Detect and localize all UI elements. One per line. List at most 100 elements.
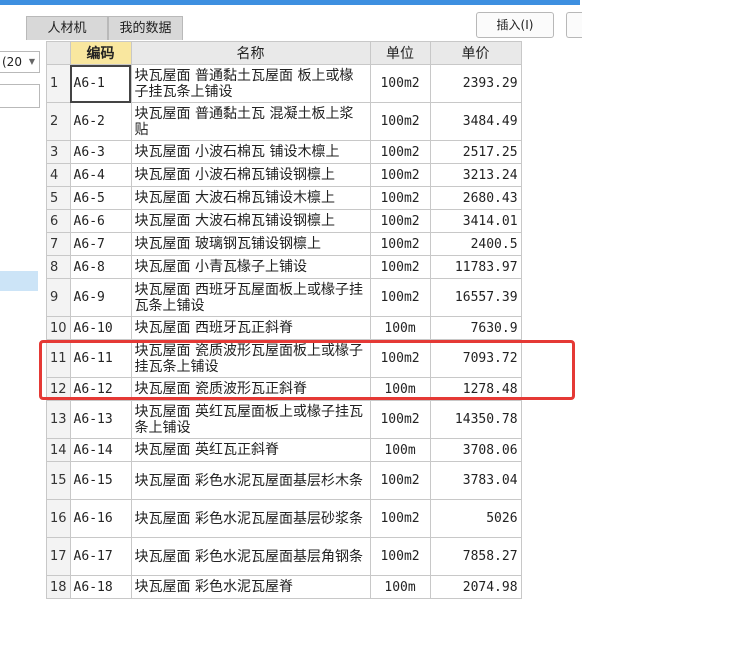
cell-code[interactable]: A6-4 xyxy=(69,163,132,187)
cell-price[interactable]: 16557.39 xyxy=(429,278,522,317)
table-row[interactable]: 3 A6-3 块瓦屋面 小波石棉瓦 铺设木檩上 100m2 2517.25 xyxy=(46,140,522,164)
row-index[interactable]: 8 xyxy=(46,255,71,279)
cell-code[interactable]: A6-5 xyxy=(69,186,132,210)
row-index[interactable]: 14 xyxy=(46,438,71,462)
row-index[interactable]: 16 xyxy=(46,499,71,538)
cell-price[interactable]: 14350.78 xyxy=(429,400,522,439)
cell-name[interactable]: 块瓦屋面 大波石棉瓦铺设钢檩上 xyxy=(130,209,371,233)
cell-price[interactable]: 5026 xyxy=(429,499,522,538)
table-row[interactable]: 15 A6-15 块瓦屋面 彩色水泥瓦屋面基层杉木条 100m2 3783.04 xyxy=(46,461,522,500)
row-index[interactable]: 9 xyxy=(46,278,71,317)
cell-unit[interactable]: 100m2 xyxy=(369,209,431,233)
cell-price[interactable]: 2393.29 xyxy=(429,64,522,103)
cell-code[interactable]: A6-14 xyxy=(69,438,132,462)
cell-price[interactable]: 3484.49 xyxy=(429,102,522,141)
row-index[interactable]: 2 xyxy=(46,102,71,141)
cell-name[interactable]: 块瓦屋面 瓷质波形瓦屋面板上或椽子挂瓦条上铺设 xyxy=(130,339,371,378)
row-index[interactable]: 11 xyxy=(46,339,71,378)
cell-unit[interactable]: 100m2 xyxy=(369,140,431,164)
column-header-name[interactable]: 名称 xyxy=(130,41,371,65)
cell-code[interactable]: A6-2 xyxy=(69,102,132,141)
cell-code[interactable]: A6-16 xyxy=(69,499,132,538)
cell-price[interactable]: 1278.48 xyxy=(429,377,522,401)
table-row[interactable]: 10 A6-10 块瓦屋面 西班牙瓦正斜脊 100m 7630.9 xyxy=(46,316,522,340)
row-index[interactable]: 1 xyxy=(46,64,71,103)
cell-price[interactable]: 7630.9 xyxy=(429,316,522,340)
cell-unit[interactable]: 100m2 xyxy=(369,499,431,538)
toolbar-button-partial[interactable] xyxy=(566,12,582,38)
row-index[interactable]: 13 xyxy=(46,400,71,439)
cell-code[interactable]: A6-3 xyxy=(69,140,132,164)
cell-price[interactable]: 7093.72 xyxy=(429,339,522,378)
column-header-code[interactable]: 编码 xyxy=(69,41,132,65)
cell-unit[interactable]: 100m xyxy=(369,316,431,340)
cell-code[interactable]: A6-12 xyxy=(69,377,132,401)
row-index[interactable]: 7 xyxy=(46,232,71,256)
cell-name[interactable]: 块瓦屋面 小波石棉瓦铺设钢檩上 xyxy=(130,163,371,187)
cell-unit[interactable]: 100m2 xyxy=(369,186,431,210)
cell-price[interactable]: 3708.06 xyxy=(429,438,522,462)
cell-price[interactable]: 2517.25 xyxy=(429,140,522,164)
row-index[interactable]: 17 xyxy=(46,537,71,576)
cell-name[interactable]: 块瓦屋面 彩色水泥瓦屋面基层杉木条 xyxy=(130,461,371,500)
cell-price[interactable]: 3783.04 xyxy=(429,461,522,500)
cell-code[interactable]: A6-10 xyxy=(69,316,132,340)
table-row[interactable]: 12 A6-12 块瓦屋面 瓷质波形瓦正斜脊 100m 1278.48 xyxy=(46,377,522,401)
left-panel-select[interactable]: (20 ▼ xyxy=(0,51,40,73)
cell-unit[interactable]: 100m2 xyxy=(369,232,431,256)
cell-name[interactable]: 块瓦屋面 彩色水泥瓦屋面基层砂浆条 xyxy=(130,499,371,538)
cell-name[interactable]: 块瓦屋面 普通黏土瓦 混凝土板上浆贴 xyxy=(130,102,371,141)
cell-price[interactable]: 11783.97 xyxy=(429,255,522,279)
cell-code[interactable]: A6-11 xyxy=(69,339,132,378)
cell-name[interactable]: 块瓦屋面 彩色水泥瓦屋脊 xyxy=(130,575,371,599)
cell-price[interactable]: 2680.43 xyxy=(429,186,522,210)
cell-code[interactable]: A6-9 xyxy=(69,278,132,317)
cell-code[interactable]: A6-1 xyxy=(69,64,132,103)
row-index[interactable]: 3 xyxy=(46,140,71,164)
cell-code[interactable]: A6-18 xyxy=(69,575,132,599)
table-row[interactable]: 6 A6-6 块瓦屋面 大波石棉瓦铺设钢檩上 100m2 3414.01 xyxy=(46,209,522,233)
cell-name[interactable]: 块瓦屋面 玻璃钢瓦铺设钢檩上 xyxy=(130,232,371,256)
table-row[interactable]: 2 A6-2 块瓦屋面 普通黏土瓦 混凝土板上浆贴 100m2 3484.49 xyxy=(46,102,522,141)
table-row[interactable]: 5 A6-5 块瓦屋面 大波石棉瓦铺设木檩上 100m2 2680.43 xyxy=(46,186,522,210)
tab-my-data[interactable]: 我的数据 xyxy=(108,16,183,40)
table-row[interactable]: 14 A6-14 块瓦屋面 英红瓦正斜脊 100m 3708.06 xyxy=(46,438,522,462)
cell-unit[interactable]: 100m2 xyxy=(369,102,431,141)
cell-unit[interactable]: 100m2 xyxy=(369,278,431,317)
table-row[interactable]: 4 A6-4 块瓦屋面 小波石棉瓦铺设钢檩上 100m2 3213.24 xyxy=(46,163,522,187)
cell-unit[interactable]: 100m2 xyxy=(369,255,431,279)
table-row[interactable]: 11 A6-11 块瓦屋面 瓷质波形瓦屋面板上或椽子挂瓦条上铺设 100m2 7093.… xyxy=(46,339,522,378)
cell-code[interactable]: A6-13 xyxy=(69,400,132,439)
cell-unit[interactable]: 100m xyxy=(369,438,431,462)
cell-unit[interactable]: 100m2 xyxy=(369,64,431,103)
cell-name[interactable]: 块瓦屋面 英红瓦屋面板上或椽子挂瓦条上铺设 xyxy=(130,400,371,439)
table-row[interactable]: 16 A6-16 块瓦屋面 彩色水泥瓦屋面基层砂浆条 100m2 5026 xyxy=(46,499,522,538)
table-row[interactable]: 17 A6-17 块瓦屋面 彩色水泥瓦屋面基层角钢条 100m2 7858.27 xyxy=(46,537,522,576)
cell-code[interactable]: A6-6 xyxy=(69,209,132,233)
column-header-unit[interactable]: 单位 xyxy=(369,41,431,65)
table-row[interactable]: 1 A6-1 块瓦屋面 普通黏土瓦屋面 板上或椽子挂瓦条上铺设 100m2 2393.2… xyxy=(46,64,522,103)
row-index[interactable]: 15 xyxy=(46,461,71,500)
cell-price[interactable]: 7858.27 xyxy=(429,537,522,576)
table-row[interactable]: 7 A6-7 块瓦屋面 玻璃钢瓦铺设钢檩上 100m2 2400.5 xyxy=(46,232,522,256)
cell-price[interactable]: 3213.24 xyxy=(429,163,522,187)
row-index[interactable]: 4 xyxy=(46,163,71,187)
row-index[interactable]: 5 xyxy=(46,186,71,210)
table-row[interactable]: 18 A6-18 块瓦屋面 彩色水泥瓦屋脊 100m 2074.98 xyxy=(46,575,522,599)
cell-unit[interactable]: 100m xyxy=(369,575,431,599)
cell-unit[interactable]: 100m2 xyxy=(369,400,431,439)
cell-unit[interactable]: 100m2 xyxy=(369,339,431,378)
cell-unit[interactable]: 100m2 xyxy=(369,461,431,500)
cell-name[interactable]: 块瓦屋面 彩色水泥瓦屋面基层角钢条 xyxy=(130,537,371,576)
cell-code[interactable]: A6-17 xyxy=(69,537,132,576)
cell-name[interactable]: 块瓦屋面 西班牙瓦正斜脊 xyxy=(130,316,371,340)
cell-price[interactable]: 2074.98 xyxy=(429,575,522,599)
table-row[interactable]: 8 A6-8 块瓦屋面 小青瓦椽子上铺设 100m2 11783.97 xyxy=(46,255,522,279)
cell-name[interactable]: 块瓦屋面 小波石棉瓦 铺设木檩上 xyxy=(130,140,371,164)
cell-name[interactable]: 块瓦屋面 西班牙瓦屋面板上或椽子挂瓦条上铺设 xyxy=(130,278,371,317)
cell-code[interactable]: A6-15 xyxy=(69,461,132,500)
cell-unit[interactable]: 100m2 xyxy=(369,537,431,576)
cell-unit[interactable]: 100m xyxy=(369,377,431,401)
column-header-price[interactable]: 单价 xyxy=(429,41,522,65)
table-row[interactable]: 9 A6-9 块瓦屋面 西班牙瓦屋面板上或椽子挂瓦条上铺设 100m2 16557.39 xyxy=(46,278,522,317)
